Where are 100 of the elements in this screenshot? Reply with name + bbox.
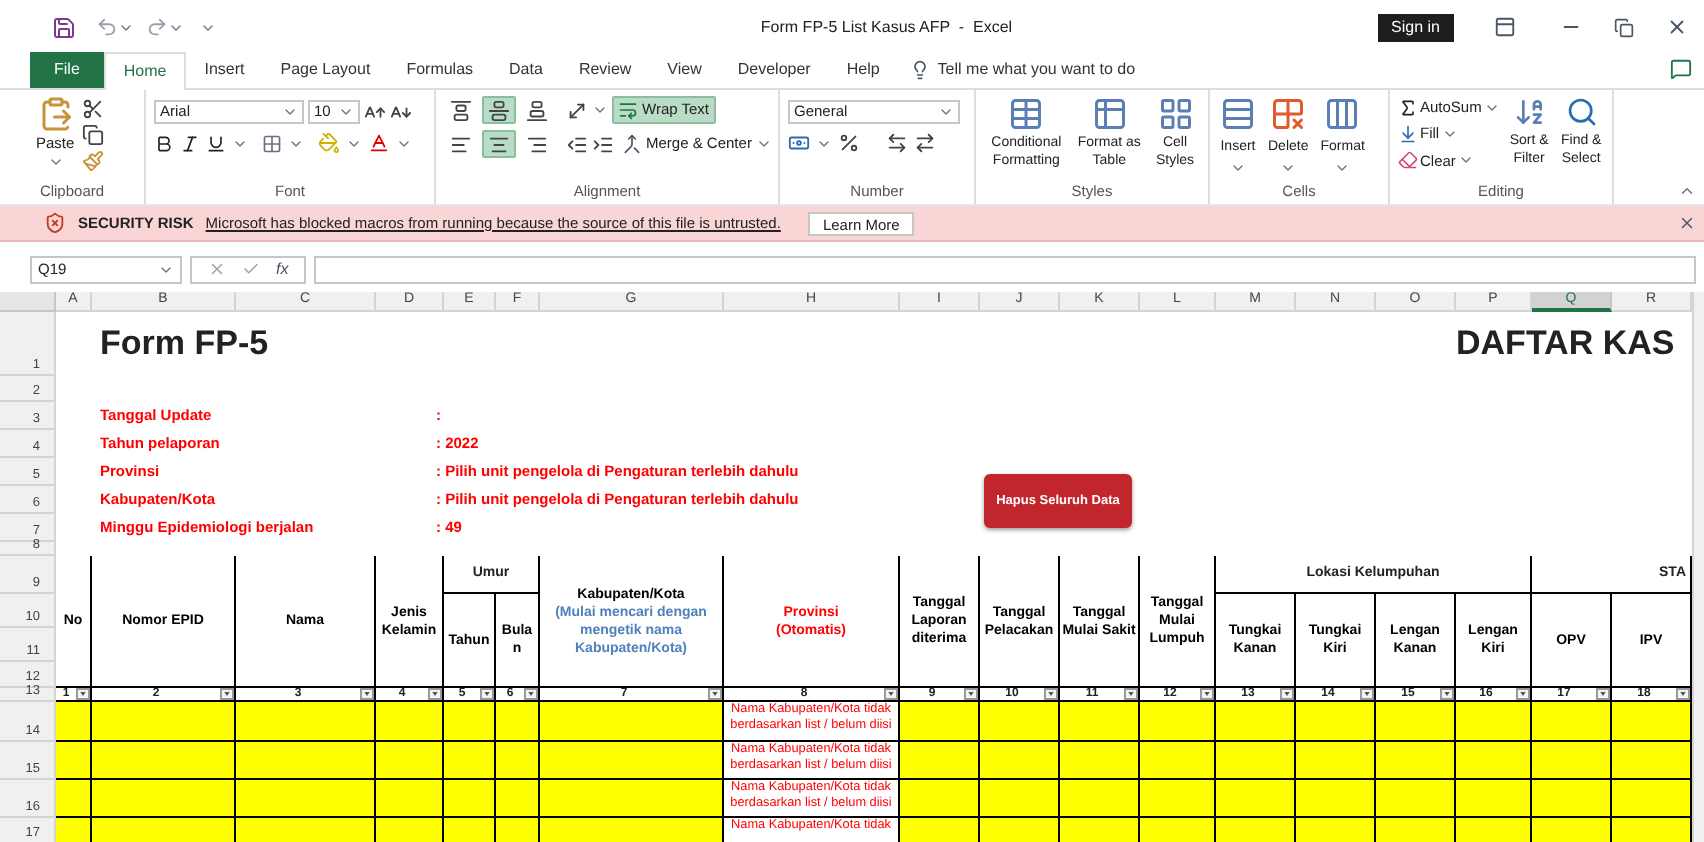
table-cell [1060,818,1140,842]
copy-icon[interactable] [82,124,105,146]
table-cell [56,742,92,780]
ribbon-tab[interactable]: Formulas [388,52,492,88]
filter-dropdown-button[interactable] [1280,688,1294,700]
table-cell [236,742,376,780]
table-cell [1060,702,1140,742]
table-cell [92,818,236,842]
insert-function-button[interactable]: fx [276,257,289,281]
ribbon-tab[interactable]: Page Layout [262,52,389,88]
filter-dropdown-button[interactable] [1516,688,1530,700]
align-icon [488,133,510,155]
table-cell [1532,780,1612,818]
table-cell [1216,742,1296,780]
close-icon[interactable] [1666,16,1688,38]
undo-icon[interactable] [96,16,118,38]
table-cell [236,818,376,842]
caret-icon [528,692,534,696]
vertical-align-button[interactable] [482,96,516,124]
cancel-icon[interactable] [208,260,226,278]
table-cell [1140,702,1216,742]
table-cell [1612,702,1692,742]
percent-icon[interactable] [838,132,860,154]
clipboard-icon [37,96,74,132]
align-icon [526,99,548,121]
lightbulb-icon [909,60,930,80]
cells-icon [1324,96,1361,132]
table-cell [1216,818,1296,842]
filter-dropdown-button[interactable] [1596,688,1610,700]
filter-dropdown-button[interactable] [360,688,374,700]
caret-icon [80,692,86,696]
collapse-ribbon-icon[interactable] [1678,182,1696,200]
filter-dropdown-button[interactable] [1440,688,1454,700]
filter-dropdown-button[interactable] [884,688,898,700]
filter-dropdown-button[interactable] [480,688,494,700]
style-icon [1091,96,1128,132]
filter-dropdown-button[interactable] [964,688,978,700]
comments-icon[interactable] [1670,58,1692,80]
bold-icon[interactable] [154,133,174,153]
caret-icon [364,692,370,696]
caret-icon [592,102,608,118]
table-cell [1376,818,1456,842]
caret-icon [1520,692,1526,696]
restore-icon[interactable] [1614,17,1634,37]
filter-dropdown-button[interactable] [220,688,234,700]
increase-indent-icon[interactable] [592,133,614,155]
cells-icon [1220,96,1256,132]
table-cell [1376,742,1456,780]
table-cell [1612,780,1692,818]
close-icon[interactable] [1678,214,1696,232]
caret-icon [712,692,718,696]
filter-dropdown-button[interactable] [1124,688,1138,700]
grow-font-icon[interactable] [364,101,386,123]
underline-icon[interactable] [206,133,226,153]
caret-icon [484,692,490,696]
style-icon [1157,96,1193,132]
caret-icon [1284,692,1290,696]
table-cell [1060,742,1140,780]
search-icon [1565,96,1598,128]
horizontal-align-button[interactable] [482,130,516,158]
ribbon-tab[interactable]: Review [560,52,650,88]
filter-dropdown-button[interactable] [708,688,722,700]
filter-dropdown-button[interactable] [1044,688,1058,700]
shield-icon [44,212,66,234]
ribbon-tab[interactable]: Help [828,52,898,88]
caret-icon [1444,692,1450,696]
filter-dropdown-button[interactable] [428,688,442,700]
align-icon [488,99,510,121]
filter-dropdown-button[interactable] [1360,688,1374,700]
decrease-indent-icon[interactable] [566,133,588,155]
table-cell [980,780,1060,818]
table-cell [1532,702,1612,742]
ribbon-display-icon[interactable] [1494,16,1516,38]
filter-dropdown-button[interactable] [76,688,90,700]
ribbon-tab[interactable]: Developer [719,52,829,88]
table-cell [1140,780,1216,818]
ribbon-tab[interactable]: View [649,52,720,88]
table-cell [1296,780,1376,818]
ribbon-tab[interactable]: Home [103,52,187,90]
filter-dropdown-button[interactable] [1676,688,1690,700]
filter-dropdown-button[interactable] [1200,688,1214,700]
tell-me-field[interactable]: Tell me what you want to do [937,58,1218,82]
shrink-font-icon[interactable] [390,101,412,123]
table-cell [92,780,236,818]
currency-icon[interactable] [788,132,810,154]
ribbon-tab[interactable]: Data [491,52,561,88]
font-color-icon[interactable] [368,132,390,154]
fill-color-icon[interactable] [318,132,340,154]
redo-icon[interactable] [146,16,168,38]
align-icon [450,133,472,155]
ribbon-tab[interactable]: File [30,52,104,88]
formula-field[interactable] [314,255,1696,283]
borders-icon[interactable] [262,133,282,153]
save-icon[interactable] [52,15,76,39]
vertical-scrollbar[interactable] [1692,292,1704,842]
sign-in-button[interactable]: Sign in [1377,13,1454,41]
italic-icon[interactable] [180,133,200,153]
scissors-icon[interactable] [82,98,105,120]
filter-dropdown-button[interactable] [524,688,538,700]
ribbon-tab[interactable]: Insert [186,52,263,88]
